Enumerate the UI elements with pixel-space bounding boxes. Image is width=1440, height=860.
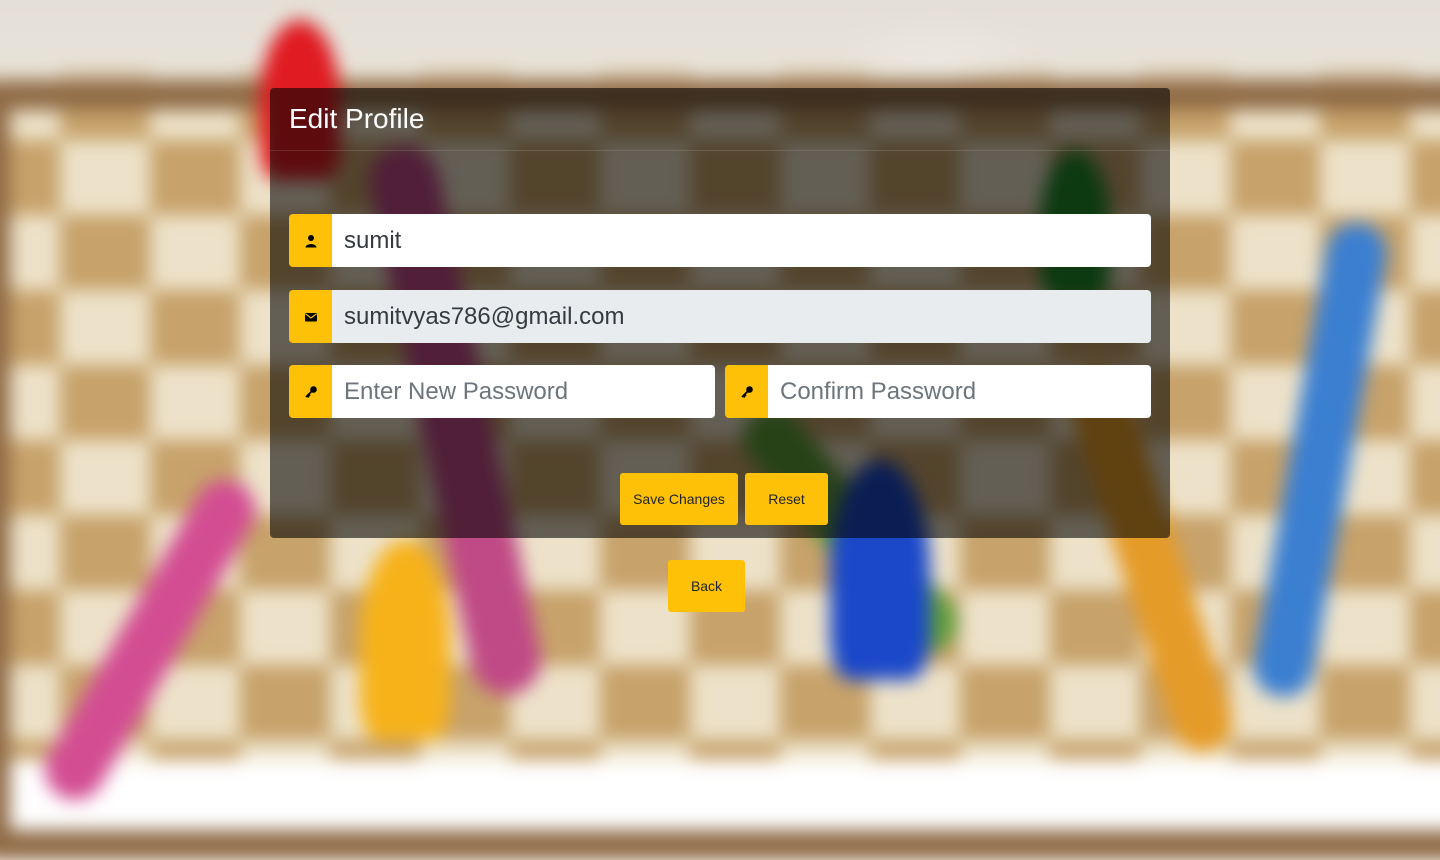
user-icon <box>289 214 332 267</box>
email-input[interactable] <box>332 290 1151 343</box>
key-icon <box>725 365 768 418</box>
username-field-group <box>289 214 1151 267</box>
edit-profile-panel: Edit Profile Save Changes Reset <box>270 88 1170 538</box>
back-button[interactable]: Back <box>668 560 745 612</box>
panel-header: Edit Profile <box>270 88 1170 151</box>
save-changes-button[interactable]: Save Changes <box>620 473 738 525</box>
email-field-group <box>289 290 1151 343</box>
reset-button[interactable]: Reset <box>745 473 828 525</box>
new-password-field-group <box>289 365 715 418</box>
confirm-password-input[interactable] <box>768 365 1151 418</box>
envelope-icon <box>289 290 332 343</box>
key-icon <box>289 365 332 418</box>
page-title: Edit Profile <box>289 103 425 134</box>
username-input[interactable] <box>332 214 1151 267</box>
confirm-password-field-group <box>725 365 1151 418</box>
new-password-input[interactable] <box>332 365 715 418</box>
